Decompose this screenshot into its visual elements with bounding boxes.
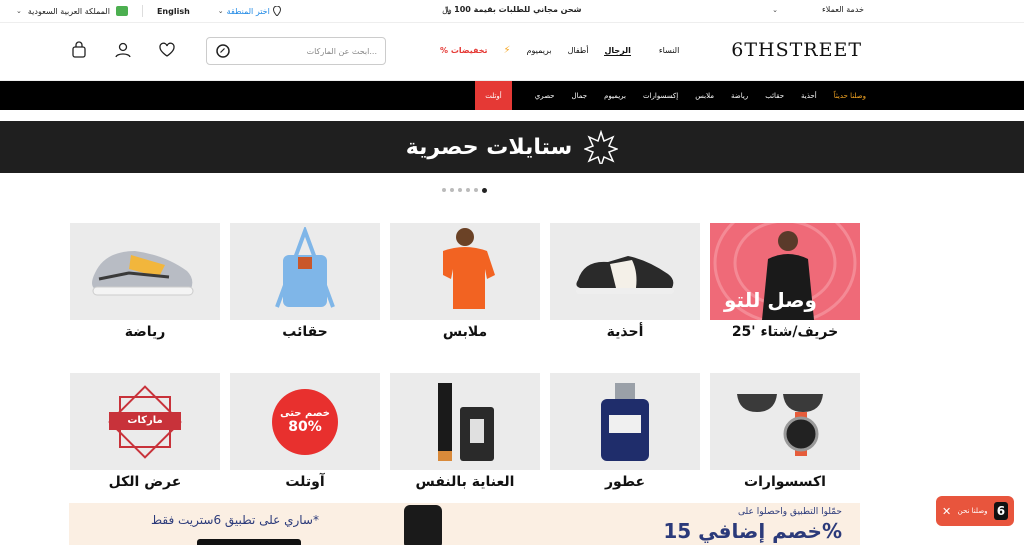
tile-image-accessories	[710, 373, 860, 470]
gender-categories: % تخفيضات ⚡ بريميوم أطفال الرجال النساء	[440, 45, 679, 56]
category-kids[interactable]: أطفال	[568, 46, 589, 55]
sunglasses-watch-icon	[737, 393, 823, 456]
tile-label: ملابس	[442, 324, 488, 340]
badge-line-2: 80%	[288, 419, 322, 435]
tile-label: آوتلت	[285, 474, 325, 490]
promo-note: ساري على تطبيق 6ستريت فقط*	[151, 513, 319, 527]
perfume-bottle-icon	[601, 382, 649, 461]
promo-line: حمّلوا التطبيق واحصلوا على	[738, 507, 842, 517]
category-men[interactable]: الرجال	[604, 46, 631, 56]
main-header: % تخفيضات ⚡ بريميوم أطفال الرجال النساء …	[0, 22, 1024, 81]
tile-image-bags	[230, 223, 380, 320]
chat-label: وصلنا نحن	[957, 507, 988, 515]
tile-label: رياضة	[124, 324, 166, 340]
outlet-discount-badge: خصم حتى 80%	[272, 388, 338, 455]
lightning-icon: ⚡	[503, 45, 511, 56]
category-tile-view-all[interactable]: ماركات عرض الكل	[70, 373, 220, 490]
running-shoe-icon	[92, 250, 194, 295]
carousel-dot[interactable]	[458, 188, 462, 192]
tile-image-self-care	[390, 373, 540, 470]
tile-label: عرض الكل	[108, 474, 182, 490]
crossbody-bag-icon	[275, 226, 335, 308]
carousel-dots	[442, 188, 487, 193]
banner-title: ستايلات حصرية	[405, 134, 573, 160]
new-in-overlay: وصل للتو	[724, 288, 817, 312]
tile-label: خريف/شتاء '25	[731, 324, 839, 340]
category-premium[interactable]: بريميوم	[527, 46, 552, 55]
category-tile-fragrance[interactable]: عطور	[550, 373, 700, 490]
nav-item-outlet[interactable]: أوتلت	[475, 81, 512, 110]
nav-item-new-in[interactable]: وصلنا حديثاً	[834, 92, 866, 100]
category-women[interactable]: النساء	[659, 46, 679, 55]
chevron-down-icon: ⌄	[772, 5, 779, 14]
close-icon[interactable]: ✕	[942, 505, 951, 518]
search-input[interactable]	[237, 46, 377, 56]
exclusive-banner[interactable]: ستايلات حصرية	[0, 121, 1024, 173]
carousel-dot[interactable]	[450, 188, 454, 192]
model-orange-tshirt	[443, 228, 495, 309]
app-promo-banner[interactable]: حمّلوا التطبيق واحصلوا على خصم إضافي 15%…	[69, 503, 860, 545]
six-logo-icon: 6	[993, 502, 1008, 520]
category-tile-sports[interactable]: رياضة	[70, 223, 220, 340]
account-icon[interactable]	[114, 41, 132, 59]
nav-item-premium[interactable]: بريميوم	[604, 92, 626, 100]
category-tile-self-care[interactable]: العناية بالنفس	[390, 373, 540, 490]
promo-text: حمّلوا التطبيق واحصلوا على خصم إضافي 15%	[663, 507, 842, 543]
tile-label: حقائب	[282, 324, 328, 340]
tile-image-outlet: خصم حتى 80%	[230, 373, 380, 470]
promo-headline: خصم إضافي 15%	[663, 519, 842, 543]
badge-line-1: خصم حتى	[280, 408, 330, 419]
category-grid: وصل للتو خريف/شتاء '25 أحذية ملابس حقائب…	[69, 223, 860, 490]
nav-item-sports[interactable]: رياضة	[731, 92, 748, 100]
brands-label: ماركات	[109, 411, 181, 430]
phone-illustration	[404, 505, 442, 545]
nav-item-bags[interactable]: حقائب	[765, 92, 784, 100]
nav-item-beauty[interactable]: جمال	[572, 92, 588, 100]
tile-image-sports	[70, 223, 220, 320]
customer-service-menu[interactable]: ⌄ خدمة العملاء	[772, 5, 864, 14]
category-tile-outlet[interactable]: خصم حتى 80% آوتلت	[230, 373, 380, 490]
tile-image-shoes	[550, 223, 700, 320]
tile-image-new-in: وصل للتو	[710, 223, 860, 320]
sneaker-icon	[576, 255, 674, 294]
app-download-button[interactable]	[197, 539, 301, 545]
wishlist-heart-icon[interactable]	[158, 41, 176, 59]
category-tile-accessories[interactable]: اكسسوارات	[710, 373, 860, 490]
carousel-dot[interactable]	[474, 188, 478, 192]
tile-label: أحذية	[606, 324, 644, 340]
nav-item-clothing[interactable]: ملابس	[695, 92, 714, 100]
carousel-dot[interactable]	[442, 188, 446, 192]
tile-image-fragrance	[550, 373, 700, 470]
header-icons	[70, 41, 176, 59]
main-navigation: أوتلت حصري جمال بريميوم إكسسوارات ملابس …	[0, 81, 1024, 110]
shipping-notice: شحن مجاني للطلبات بقيمة 100 ﷼	[442, 5, 582, 14]
search-box[interactable]	[206, 37, 386, 65]
shopping-bag-icon[interactable]	[70, 41, 88, 59]
tile-label: العناية بالنفس	[415, 474, 515, 490]
category-sale[interactable]: % تخفيضات	[440, 46, 488, 55]
tile-label: اكسسوارات	[744, 474, 826, 490]
chat-widget[interactable]: ✕ وصلنا نحن 6	[936, 496, 1014, 526]
category-tile-shoes[interactable]: أحذية	[550, 223, 700, 340]
category-tile-new-in[interactable]: وصل للتو خريف/شتاء '25	[710, 223, 860, 340]
tile-label: عطور	[604, 474, 646, 490]
brands-badge: ماركات	[108, 384, 182, 459]
carousel-dot-active[interactable]	[482, 188, 487, 193]
category-tile-bags[interactable]: حقائب	[230, 223, 380, 340]
site-logo[interactable]: 6THSTREET	[731, 39, 862, 61]
nav-item-accessories[interactable]: إكسسوارات	[643, 92, 678, 100]
category-tile-clothing[interactable]: ملابس	[390, 223, 540, 340]
nav-item-exclusive[interactable]: حصري	[535, 92, 555, 100]
starburst-icon	[584, 130, 619, 164]
carousel-dot[interactable]	[466, 188, 470, 192]
search-icon[interactable]	[215, 43, 231, 59]
tile-image-brands: ماركات	[70, 373, 220, 470]
top-utility-bar: ⌄ المملكة العربية السعودية English ⌄ اخت…	[0, 0, 1024, 22]
nav-item-shoes[interactable]: أحذية	[801, 92, 817, 100]
customer-service-label: خدمة العملاء	[822, 5, 864, 14]
tile-image-clothing	[390, 223, 540, 320]
skincare-products-icon	[438, 382, 494, 461]
